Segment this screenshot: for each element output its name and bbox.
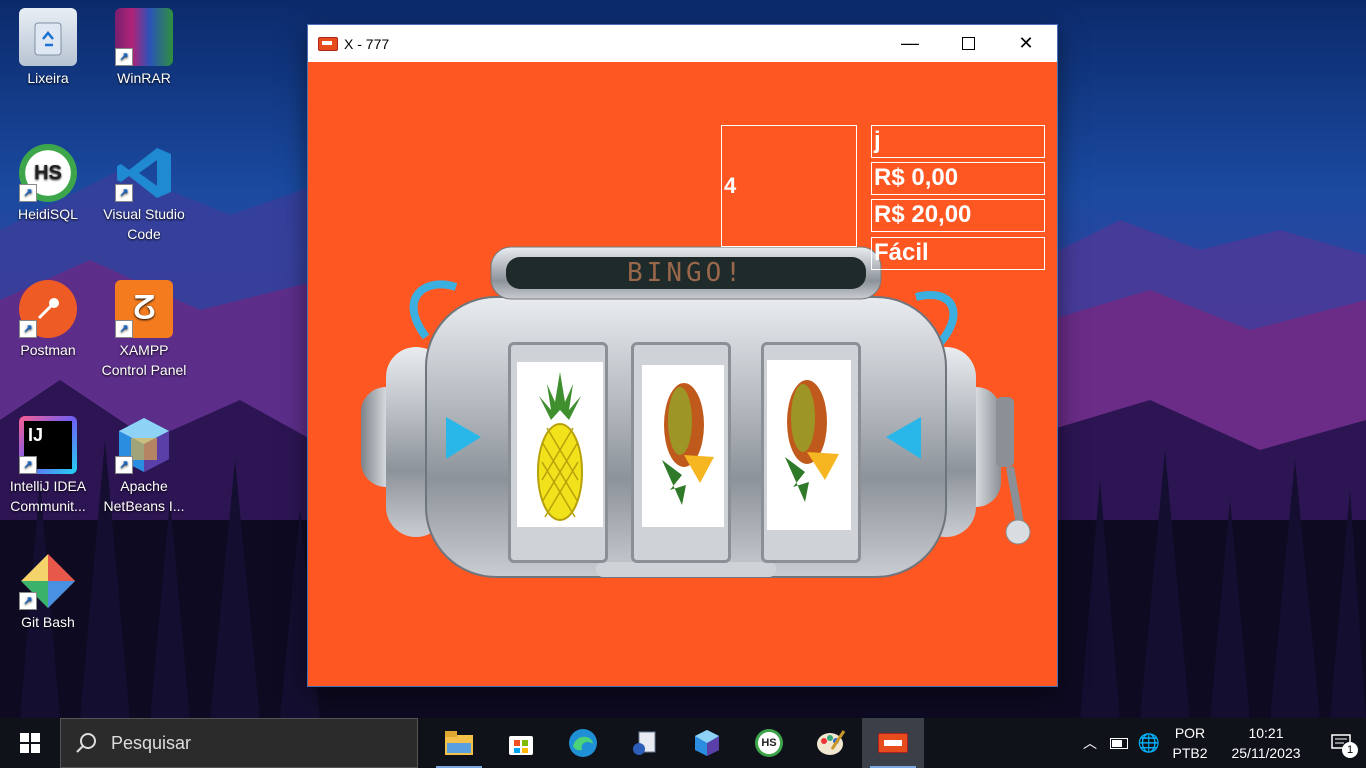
maximize-icon [961, 37, 975, 50]
recycle-bin-icon [19, 8, 77, 66]
search-placeholder: Pesquisar [111, 732, 192, 753]
taskbar-search-box[interactable]: Pesquisar [60, 718, 418, 768]
reel-1 [517, 362, 603, 527]
language-indicator[interactable]: POR PTB2 [1164, 723, 1216, 763]
git-bash-icon: ↗ [19, 552, 77, 610]
shortcut-arrow-icon: ↗ [115, 184, 133, 202]
shortcut-arrow-icon: ↗ [19, 456, 37, 474]
postman-icon: ↗ [19, 280, 77, 338]
desktop-icon-label: Lixeira [27, 70, 69, 86]
taskbar-paint[interactable] [800, 718, 862, 768]
shortcut-arrow-icon: ↗ [19, 320, 37, 338]
taskbar-slot-game[interactable] [862, 718, 924, 768]
shortcut-arrow-icon: ↗ [115, 320, 133, 338]
taskbar-netbeans[interactable] [676, 718, 738, 768]
player-name-label: j [871, 125, 1045, 158]
close-icon: ✕ [1018, 33, 1034, 53]
heidisql-icon: HS ↗ [19, 144, 77, 202]
file-explorer-icon [445, 731, 473, 755]
taskbar-heidisql[interactable]: HS [738, 718, 800, 768]
desktop-icon-label: Git Bash [21, 614, 75, 630]
counter-label: 4 [721, 125, 857, 247]
heidisql-icon: HS [755, 729, 783, 757]
slot-machine-window: X - 777 — ✕ BINGO! 4 j R$ 0,00 R$ 20,00 … [308, 25, 1057, 686]
minimize-icon: — [901, 33, 919, 53]
marquee-display: BINGO! [627, 258, 745, 288]
desktop-icon-label: HeidiSQL [18, 206, 78, 222]
language-code: POR [1174, 725, 1206, 741]
desktop-icon-winrar[interactable]: ↗ WinRAR [96, 8, 192, 88]
start-button[interactable] [0, 718, 60, 768]
mango-icon [662, 383, 714, 505]
slot-machine: BINGO! [356, 237, 1036, 582]
maximize-button[interactable] [939, 25, 997, 62]
slot-game-icon [318, 36, 338, 51]
show-hidden-icons-button[interactable]: ︿ [1076, 733, 1104, 753]
keyboard-layout: PTB2 [1172, 745, 1208, 761]
taskbar-store[interactable] [490, 718, 552, 768]
windows-logo-icon [20, 733, 40, 753]
winrar-icon: ↗ [115, 8, 173, 66]
clock-date: 25/11/2023 [1231, 745, 1301, 761]
intellij-icon: IJ ↗ [19, 416, 77, 474]
paint-icon [817, 730, 846, 755]
notification-center-button[interactable]: 1 [1316, 734, 1366, 758]
game-panel: BINGO! 4 j R$ 0,00 R$ 20,00 Fácil [308, 62, 1057, 686]
edge-icon [569, 729, 597, 757]
system-tray: ︿ 🌐 POR PTB2 10:21 25/11/2023 1 [1076, 718, 1366, 768]
microsoft-store-icon [509, 736, 533, 755]
difficulty-label: Fácil [871, 237, 1045, 270]
close-button[interactable]: ✕ [997, 25, 1055, 62]
shortcut-arrow-icon: ↗ [115, 456, 133, 474]
desktop-icon-netbeans[interactable]: ↗ Apache NetBeans I... [96, 416, 192, 516]
remote-desktop-icon [633, 731, 656, 755]
shortcut-arrow-icon: ↗ [19, 592, 37, 610]
taskbar-edge[interactable] [552, 718, 614, 768]
desktop-icon-label: Apache NetBeans I... [103, 478, 185, 514]
desktop-icon-vscode[interactable]: ↗ Visual Studio Code [96, 144, 192, 244]
pineapple-icon [537, 372, 583, 521]
mango-icon [785, 380, 839, 502]
desktop-icon-lixeira[interactable]: Lixeira [0, 8, 96, 88]
vscode-icon: ↗ [115, 144, 173, 202]
desktop-icon-label: IntelliJ IDEA Communit... [9, 478, 87, 514]
reel-2 [642, 365, 724, 527]
desktop-icon-git-bash[interactable]: ↗ Git Bash [0, 552, 96, 632]
desktop-icon-xampp[interactable]: ⵒ ↗ XAMPP Control Panel [96, 280, 192, 380]
notification-count-badge: 1 [1342, 742, 1358, 758]
taskbar-file-explorer[interactable] [428, 718, 490, 768]
netbeans-icon [695, 730, 719, 756]
clock[interactable]: 10:21 25/11/2023 [1216, 723, 1316, 763]
balance-label: R$ 20,00 [871, 199, 1045, 232]
desktop-icon-heidisql[interactable]: HS ↗ HeidiSQL [0, 144, 96, 224]
desktop-icon-label: Postman [20, 342, 76, 358]
taskbar-remote-desktop[interactable] [614, 718, 676, 768]
shortcut-arrow-icon: ↗ [115, 48, 133, 66]
search-icon [76, 733, 96, 753]
clock-time: 10:21 [1248, 725, 1284, 741]
shortcut-arrow-icon: ↗ [19, 184, 37, 202]
window-title: X - 777 [344, 35, 390, 52]
battery-icon[interactable] [1104, 737, 1134, 749]
desktop-icon-label: WinRAR [117, 70, 171, 86]
netbeans-icon: ↗ [115, 416, 173, 474]
reel-3 [767, 360, 851, 530]
chevron-up-icon: ︿ [1083, 735, 1097, 751]
network-globe-icon[interactable]: 🌐 [1134, 733, 1164, 754]
desktop-icon-intellij[interactable]: IJ ↗ IntelliJ IDEA Communit... [0, 416, 96, 516]
taskbar: Pesquisar HS ︿ 🌐 POR PTB2 10:21 25/11/20 [0, 718, 1366, 768]
minimize-button[interactable]: — [881, 25, 939, 62]
prize-label: R$ 0,00 [871, 162, 1045, 195]
xampp-icon: ⵒ ↗ [115, 280, 173, 338]
desktop-icon-postman[interactable]: ↗ Postman [0, 280, 96, 360]
slot-game-icon [878, 733, 908, 753]
desktop-icon-label: Visual Studio Code [103, 206, 185, 242]
window-titlebar[interactable]: X - 777 — ✕ [308, 25, 1057, 62]
desktop-icon-label: XAMPP Control Panel [101, 342, 187, 378]
